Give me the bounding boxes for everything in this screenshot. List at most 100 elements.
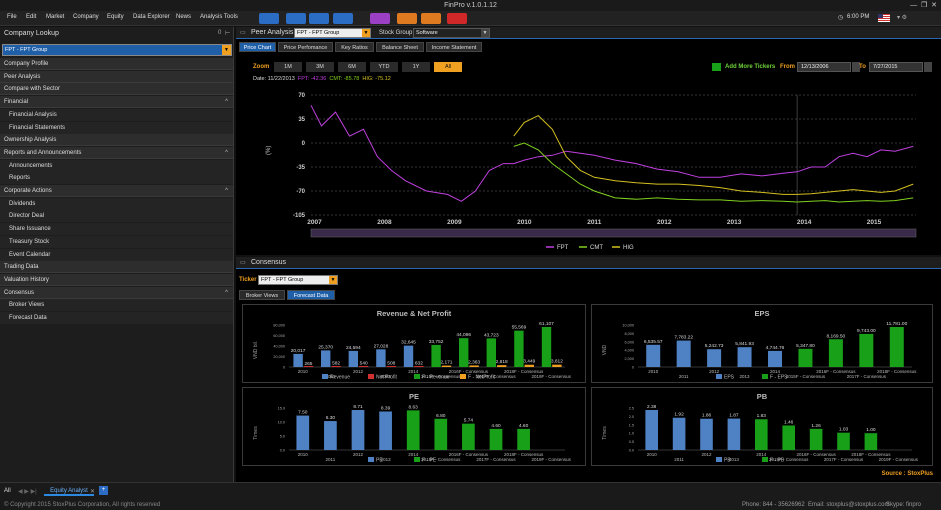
window-controls[interactable]: — ❐ ✕ bbox=[910, 0, 937, 11]
tab-equity-analyst[interactable]: Equity Analyst bbox=[44, 486, 94, 496]
peer-ticker-select[interactable]: FPT - FPT Group ▼ bbox=[294, 28, 371, 38]
chevron-down-icon[interactable]: ▼ bbox=[362, 29, 370, 37]
range-navigator[interactable] bbox=[310, 228, 917, 238]
menu-file[interactable]: File bbox=[7, 14, 17, 20]
collapse-caret-icon[interactable]: ^ bbox=[225, 185, 228, 197]
sidebar-item-reports[interactable]: Reports bbox=[0, 172, 233, 185]
collapse-caret-icon[interactable]: ^ bbox=[225, 147, 228, 159]
toolbar-button-2[interactable] bbox=[309, 13, 329, 24]
us-flag-icon[interactable] bbox=[878, 14, 890, 22]
menu-data-explorer[interactable]: Data Explorer bbox=[133, 14, 170, 20]
x-tick-label: 2007 bbox=[307, 219, 322, 226]
zoom-1m[interactable]: 1M bbox=[274, 62, 302, 72]
menu-edit[interactable]: Edit bbox=[26, 14, 36, 20]
sidebar-item-announcements[interactable]: Announcements bbox=[0, 159, 233, 172]
sidebar-item-treasury-stock[interactable]: Treasury Stock bbox=[0, 235, 233, 248]
sidebar-item-company-profile[interactable]: Company Profile bbox=[0, 58, 233, 70]
zoom-1y[interactable]: 1Y bbox=[402, 62, 430, 72]
tab-price-chart[interactable]: Price Chart bbox=[239, 42, 276, 52]
sidebar-item-peer-analysis[interactable]: Peer Analysis bbox=[0, 70, 233, 83]
sidebar-item-share-issuance[interactable]: Share Issuance bbox=[0, 223, 233, 236]
data-label: 3,612 bbox=[551, 359, 563, 365]
nav-arrows-icon[interactable]: ◀ ▶ ▶| bbox=[18, 488, 37, 495]
sidebar-item-trading-data[interactable]: Trading Data bbox=[0, 261, 233, 274]
toolbar-button-5[interactable] bbox=[397, 13, 417, 24]
toolbar-button-1[interactable] bbox=[286, 13, 306, 24]
stock-group-select[interactable]: Software ▼ bbox=[413, 28, 490, 38]
add-tab-icon[interactable]: + bbox=[99, 486, 108, 495]
menu-news[interactable]: News bbox=[176, 14, 191, 20]
sidebar-item-broker-views[interactable]: Broker Views bbox=[0, 299, 233, 312]
consensus-ticker-value: FPT - FPT Group bbox=[261, 277, 304, 283]
chevron-down-icon[interactable]: ▼ bbox=[481, 29, 489, 37]
bar-f-pb bbox=[754, 419, 768, 450]
menu-analysis-tools[interactable]: Analysis Tools bbox=[200, 14, 238, 20]
sidebar-item-director-deal[interactable]: Director Deal bbox=[0, 210, 233, 223]
sidebar-item-ownership-analysis[interactable]: Ownership Analysis bbox=[0, 134, 233, 147]
menu-company[interactable]: Company bbox=[73, 14, 99, 20]
tab-balance-sheet[interactable]: Balance Sheet bbox=[376, 42, 424, 52]
consensus-ticker-select[interactable]: FPT - FPT Group ▼ bbox=[258, 275, 338, 285]
sidebar-item-forecast-data[interactable]: Forecast Data bbox=[0, 312, 233, 324]
tab-income-statement[interactable]: Income Statement bbox=[426, 42, 482, 52]
revenue-net-profit-chart: Revenue & Net Profit VND bil. 80,000 60,000… bbox=[253, 309, 572, 381]
to-date-input[interactable]: 7/27/2015 bbox=[869, 62, 923, 72]
menu-equity[interactable]: Equity bbox=[107, 14, 124, 20]
sidebar-item-valuation-history[interactable]: Valuation History bbox=[0, 273, 233, 286]
tab-key-ratios[interactable]: Key Ratios bbox=[335, 42, 374, 52]
company-lookup-input[interactable]: FPT - FPT Group ▼ bbox=[2, 44, 232, 56]
sidebar: Company Lookup 0 ⊢ FPT - FPT Group ▼ Com… bbox=[0, 27, 234, 482]
data-label: 27,028 bbox=[374, 343, 389, 349]
zoom-6m[interactable]: 6M bbox=[338, 62, 366, 72]
zoom-ytd[interactable]: YTD bbox=[370, 62, 398, 72]
data-label: 32,645 bbox=[401, 340, 416, 346]
calendar-icon[interactable] bbox=[924, 62, 932, 72]
sidebar-item-event-calendar[interactable]: Event Calendar bbox=[0, 248, 233, 261]
sidebar-item-dividends[interactable]: Dividends bbox=[0, 197, 233, 210]
sidebar-item-compare-with-sector[interactable]: Compare with Sector bbox=[0, 83, 233, 96]
sidebar-item-consensus[interactable]: Consensus ^ bbox=[0, 286, 233, 299]
all-tab[interactable]: All bbox=[4, 488, 11, 494]
y-tick-label: 6,000 bbox=[624, 340, 634, 344]
sidebar-item-financial-statements[interactable]: Financial Statements bbox=[0, 121, 233, 134]
data-label: 8.39 bbox=[381, 405, 391, 411]
data-label: 7.50 bbox=[298, 410, 308, 416]
sidebar-item-financial-analysis[interactable]: Financial Analysis bbox=[0, 108, 233, 121]
chevron-down-icon[interactable]: ▼ bbox=[329, 276, 337, 284]
bar-f-pe bbox=[406, 410, 420, 450]
collapse-caret-icon[interactable]: ^ bbox=[225, 287, 228, 299]
data-label: 5,347.80 bbox=[796, 343, 815, 349]
bar-f-netprofit bbox=[552, 364, 562, 367]
sidebar-item-corporate-actions[interactable]: Corporate Actions ^ bbox=[0, 185, 233, 197]
tab-broker-views[interactable]: Broker Views bbox=[239, 290, 285, 300]
price-chart[interactable]: 70 35 0 -35 -70 -105 (%) 2007 2008 2009 2010 2011 20… bbox=[236, 85, 941, 255]
chevron-down-icon[interactable]: ▼ bbox=[222, 45, 231, 55]
from-date-input[interactable]: 12/13/2006 bbox=[797, 62, 851, 72]
sidebar-item-financial[interactable]: Financial ^ bbox=[0, 96, 233, 109]
data-label: 3,449 bbox=[523, 359, 535, 365]
user-icon[interactable]: ▾ ⚙ bbox=[897, 14, 907, 21]
menu-market[interactable]: Market bbox=[46, 14, 64, 20]
pin-icon[interactable]: ⊢ bbox=[225, 30, 230, 37]
y-tick-label: 0.0 bbox=[629, 449, 634, 453]
tab-price-perfomance[interactable]: Price Perfomance bbox=[278, 42, 333, 52]
add-icon[interactable] bbox=[712, 63, 721, 71]
zoom-all[interactable]: All bbox=[434, 62, 462, 72]
toolbar-button-6[interactable] bbox=[421, 13, 441, 24]
add-more-tickers-link[interactable]: Add More Tickers bbox=[725, 64, 775, 70]
bar-f-netprofit bbox=[469, 365, 479, 367]
y-tick-label: 0 bbox=[302, 141, 306, 147]
zoom-3m[interactable]: 3M bbox=[306, 62, 334, 72]
data-label: 2.38 bbox=[647, 404, 657, 410]
bar-revenue bbox=[348, 350, 358, 367]
collapse-caret-icon[interactable]: ^ bbox=[225, 96, 228, 108]
readout-cmt: CMT: -85.78 bbox=[329, 76, 360, 82]
toolbar-button-0[interactable] bbox=[259, 13, 279, 24]
toolbar-button-4[interactable] bbox=[370, 13, 390, 24]
toolbar-button-3[interactable] bbox=[333, 13, 353, 24]
toolbar-button-7[interactable] bbox=[447, 13, 467, 24]
close-icon[interactable]: ✕ bbox=[90, 488, 95, 495]
bar-pb bbox=[700, 418, 713, 450]
sidebar-item-reports-and-announcements[interactable]: Reports and Announcements ^ bbox=[0, 146, 233, 159]
tab-forecast-data[interactable]: Forecast Data bbox=[287, 290, 335, 300]
